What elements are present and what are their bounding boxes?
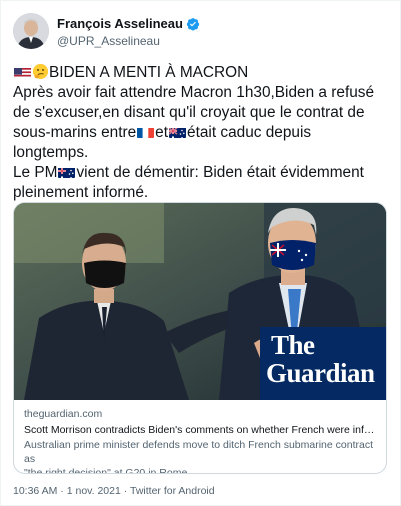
separator: · [60,485,64,497]
avatar[interactable] [13,13,49,49]
tweet-text: BIDEN A MENTI À MACRON Après avoir fait … [13,63,391,203]
separator: · [123,485,128,497]
tweet-footer: 10:36 AM · 1 nov. 2021 · Twitter for And… [13,485,215,497]
tweet-text-fragment: vient de démentir: Biden était évidemmen… [76,164,364,181]
tweet-text-fragment: et [155,124,169,141]
tweet[interactable]: François Asselineau @UPR_Asselineau BIDE… [0,0,401,506]
tweet-text-fragment: Le PM [13,164,58,181]
tweet-line-6: Le PM vient de démentir: Biden était évi… [13,163,391,183]
tweet-line-2: Après avoir fait attendre Macron 1h30,Bi… [13,84,375,101]
tweet-text-fragment: sous-marins entre [13,124,137,141]
tweet-time[interactable]: 10:36 AM [13,485,57,497]
card-image: The Guardian [14,203,386,400]
tweet-line-4: sous-marins entre et était caduc depuis [13,123,391,143]
tweet-text-fragment: était caduc depuis [187,124,312,141]
card-meta: theguardian.com Scott Morrison contradic… [24,407,380,474]
tweet-date[interactable]: 1 nov. 2021 [67,485,121,497]
card-domain: theguardian.com [24,408,103,420]
tweet-line-1: BIDEN A MENTI À MACRON [13,63,391,83]
us-flag-icon [14,66,31,78]
link-card[interactable]: The Guardian theguardian.com Scott Morri… [13,202,387,474]
tweet-headline: BIDEN A MENTI À MACRON [49,64,249,81]
card-description: Australian prime minister defends move t… [24,438,380,474]
author-name[interactable]: François Asselineau [57,16,183,31]
tweet-line-7: pleinement informé. [13,184,149,201]
tweet-line-5: longtemps. [13,144,89,161]
australia-flag-icon [169,126,187,138]
tweet-line-3: de s'excuser,en disant qu'il croyait que… [13,104,365,121]
tweet-source[interactable]: Twitter for Android [130,485,215,497]
card-description-line-1: Australian prime minister defends move t… [24,439,373,465]
thinking-face-icon [33,64,48,79]
france-flag-icon [137,126,155,138]
author-handle[interactable]: @UPR_Asselineau [57,34,160,48]
card-title[interactable]: Scott Morrison contradicts Biden's comme… [24,423,380,437]
guardian-logo: The Guardian [260,327,386,400]
guardian-logo-line-2: Guardian [266,358,375,388]
australia-flag-icon [58,166,76,178]
verified-badge-icon [186,17,200,30]
tweet-header: François Asselineau @UPR_Asselineau [13,13,393,53]
guardian-logo-line-1: The [271,330,315,360]
card-description-line-2: "the right decision" at G20 in Rome [24,467,188,474]
